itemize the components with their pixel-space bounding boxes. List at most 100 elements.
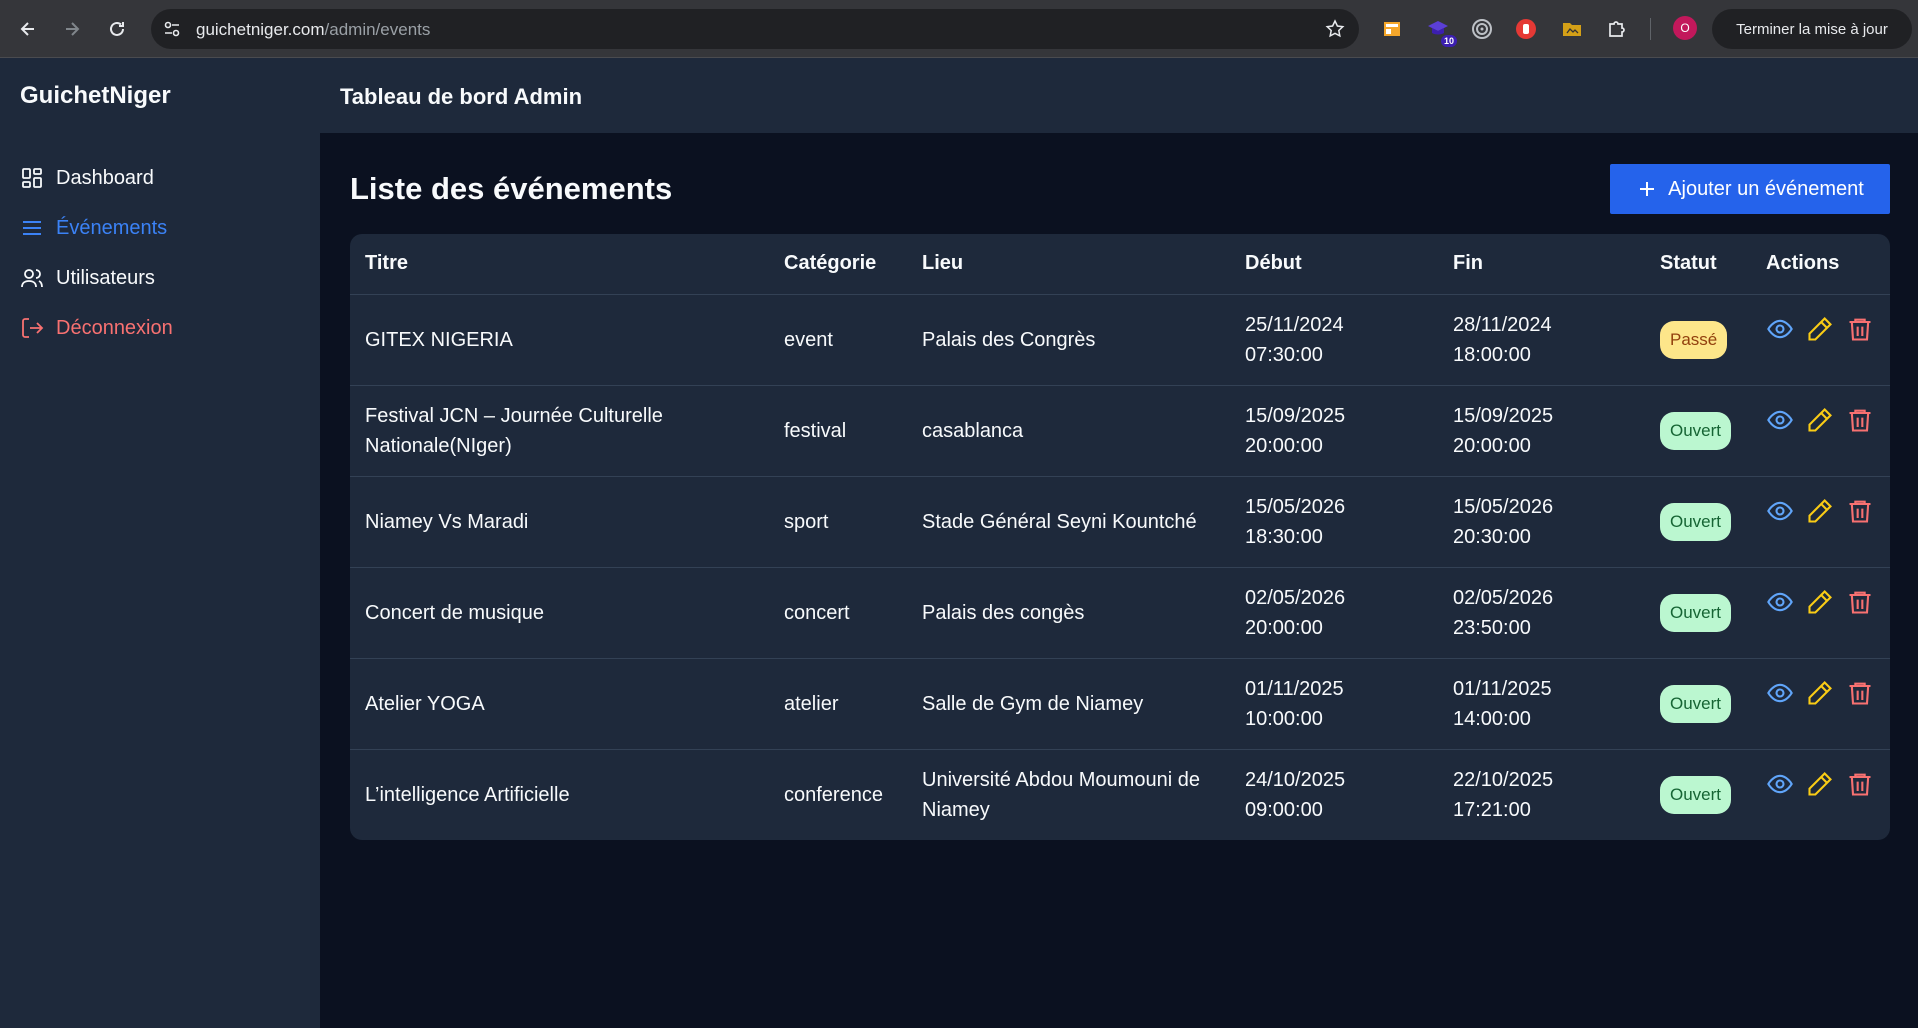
cell-titre: Atelier YOGA [350,658,769,750]
url-path: /admin/events [324,20,431,39]
back-icon[interactable] [14,15,42,43]
bookmark-star-icon[interactable] [1325,19,1345,39]
address-bar[interactable]: guichetniger.com/admin/events [151,9,1359,49]
column-header-debut[interactable]: Début [1230,234,1438,295]
cell-lieu: casablanca [907,385,1230,477]
forward-icon[interactable] [58,15,86,43]
view-icon[interactable] [1766,588,1794,616]
cell-fin: 15/05/2026 20:30:00 [1438,476,1645,568]
fin-time: 17:21:00 [1453,798,1531,821]
edit-pencil-icon[interactable] [1806,497,1834,525]
column-header-categorie[interactable]: Catégorie [769,234,907,295]
column-header-lieu[interactable]: Lieu [907,234,1230,295]
add-event-button[interactable]: Ajouter un événement [1610,164,1890,214]
add-event-label: Ajouter un événement [1668,177,1864,200]
profile-avatar[interactable]: O [1673,16,1697,40]
table-row[interactable]: GITEX NIGERIA event Palais des Congrès 25/1… [350,294,1890,386]
fin-date: 02/05/2026 [1453,586,1554,609]
cell-categorie: festival [769,385,907,477]
cell-fin: 01/11/2025 14:00:00 [1438,658,1645,750]
cell-statut: Ouvert [1645,749,1751,840]
extensions-puzzle-icon[interactable] [1605,17,1629,41]
view-icon[interactable] [1766,679,1794,707]
cell-lieu: Salle de Gym de Niamey [907,658,1230,750]
cell-titre: L’intelligence Artificielle [365,783,570,806]
sidebar-item-evenements[interactable]: Événements [20,213,167,243]
sidebar: GuichetNiger Dashboard Événements Utilis… [0,58,320,1028]
column-header-fin[interactable]: Fin [1438,234,1645,295]
view-icon[interactable] [1766,315,1794,343]
dashboard-icon [22,168,42,188]
edit-pencil-icon[interactable] [1806,770,1834,798]
status-badge: Ouvert [1660,502,1732,541]
cell-lieu: Stade Général Seyni Kountché [907,476,1230,568]
cell-categorie: conference [784,783,883,806]
edit-pencil-icon[interactable] [1806,588,1834,616]
sidebar-item-utilisateurs[interactable]: Utilisateurs [20,263,155,293]
cell-debut: 15/05/2026 18:30:00 [1230,476,1438,568]
debut-time: 10:00:00 [1245,707,1323,730]
update-browser-button[interactable]: Terminer la mise à jour [1712,9,1912,49]
fin-time: 23:50:00 [1453,616,1531,639]
header-title: Tableau de bord Admin [340,84,583,109]
cell-debut: 01/11/2025 10:00:00 [1230,658,1438,750]
view-icon[interactable] [1766,770,1794,798]
view-icon[interactable] [1766,497,1794,525]
debut-time: 20:00:00 [1245,434,1323,457]
fin-date: 15/09/2025 [1453,404,1554,427]
debut-time: 20:00:00 [1245,616,1323,639]
edit-pencil-icon[interactable] [1806,679,1834,707]
url-text: guichetniger.com/admin/events [196,20,430,40]
site-settings-icon[interactable] [163,20,181,38]
cell-actions [1751,749,1890,840]
edit-pencil-icon[interactable] [1806,315,1834,343]
delete-trash-icon[interactable] [1846,770,1874,798]
table-row[interactable]: Niamey Vs Maradi sport Stade Général Seyni… [350,476,1890,568]
delete-trash-icon[interactable] [1846,679,1874,707]
delete-trash-icon[interactable] [1846,315,1874,343]
fin-time: 18:00:00 [1453,343,1531,366]
sidebar-item-deconnexion[interactable]: Déconnexion [20,313,173,343]
cell-statut: Ouvert [1645,385,1751,477]
debut-time: 07:30:00 [1245,343,1323,366]
extension-layout-icon[interactable] [1380,17,1404,41]
cell-titre: Concert de musique [350,567,769,659]
toolbar-separator [1650,18,1651,40]
delete-trash-icon[interactable] [1846,588,1874,616]
extension-target-icon[interactable] [1470,17,1494,41]
table-row[interactable]: L’intelligence Artificielle conference Uni… [350,749,1890,840]
brand-logo[interactable]: GuichetNiger [20,82,171,110]
table-row[interactable]: Festival JCN – Journée Culturelle Nation… [350,385,1890,477]
fin-time: 14:00:00 [1453,707,1531,730]
debut-time: 18:30:00 [1245,525,1323,548]
column-header-titre[interactable]: Titre [350,234,769,295]
cell-actions [1751,385,1890,477]
cell-categorie: event [769,294,907,386]
fin-date: 01/11/2025 [1453,677,1552,700]
cell-statut: Ouvert [1645,476,1751,568]
debut-date: 15/09/2025 [1245,404,1346,427]
delete-trash-icon[interactable] [1846,406,1874,434]
status-badge: Ouvert [1660,411,1732,450]
fin-date: 22/10/2025 [1453,768,1554,791]
delete-trash-icon[interactable] [1846,497,1874,525]
extension-folder-icon[interactable] [1560,17,1584,41]
table-row[interactable]: Concert de musique concert Palais des cong… [350,567,1890,659]
view-icon[interactable] [1766,406,1794,434]
extension-graduation-icon[interactable]: 10 [1426,17,1457,47]
fin-date: 15/05/2026 [1453,495,1554,518]
cell-lieu: Université Abdou Moumouni de Niamey [922,768,1200,821]
table-row[interactable]: Atelier YOGA atelier Salle de Gym de Niame… [350,658,1890,750]
edit-pencil-icon[interactable] [1806,406,1834,434]
sidebar-item-label: Dashboard [56,166,154,189]
sidebar-item-dashboard[interactable]: Dashboard [20,163,154,193]
column-header-statut[interactable]: Statut [1645,234,1751,295]
reload-icon[interactable] [103,15,131,43]
debut-date: 24/10/2025 [1245,768,1346,791]
cell-categorie: atelier [769,658,907,750]
extension-hand-icon[interactable] [1514,17,1538,41]
status-badge: Ouvert [1660,593,1732,632]
cell-actions [1751,567,1890,659]
cell-statut: Ouvert [1645,658,1751,750]
debut-date: 15/05/2026 [1245,495,1346,518]
